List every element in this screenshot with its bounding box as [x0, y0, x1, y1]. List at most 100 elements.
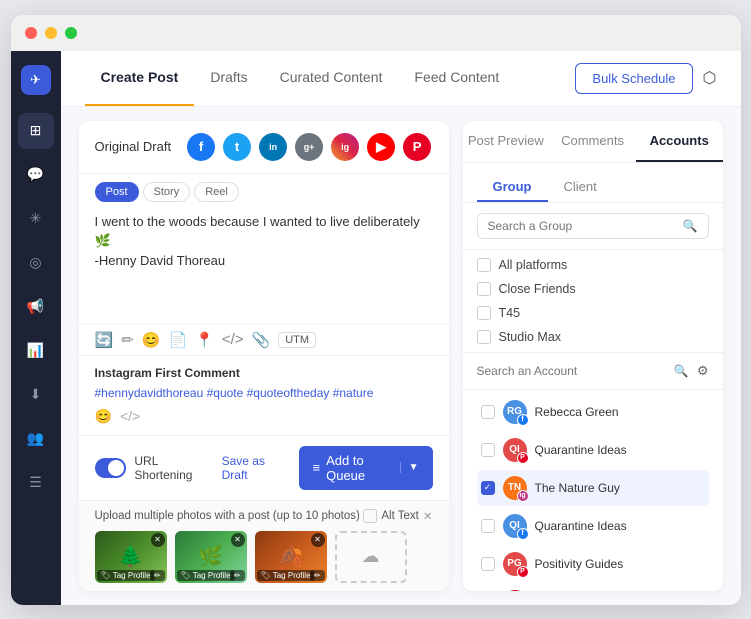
account-list: RG f Rebecca Green QI P Q [463, 390, 723, 591]
photo-3-edit[interactable]: ✏ [310, 570, 325, 581]
tab-drafts[interactable]: Drafts [194, 51, 263, 107]
account-item-positivity-guides[interactable]: PG P Positivity Guides [477, 546, 709, 582]
tab-client[interactable]: Client [548, 173, 613, 202]
photo-1-edit[interactable]: ✏ [150, 570, 165, 581]
tab-feed-content[interactable]: Feed Content [398, 51, 515, 107]
account-checkbox-positivity[interactable] [481, 557, 495, 571]
maximize-button[interactable] [65, 27, 77, 39]
sidebar-item-team[interactable]: 👥 [18, 421, 54, 457]
emoji-icon[interactable]: 😊 [142, 331, 161, 349]
photo-1-remove[interactable]: ✕ [151, 533, 165, 547]
comment-section: Instagram First Comment #hennydavidthore… [79, 355, 449, 435]
photo-3-remove[interactable]: ✕ [311, 533, 325, 547]
account-item-basketball-guy[interactable]: TB ▶ The Basketball Guy [477, 584, 709, 591]
tab-curated-content[interactable]: Curated Content [264, 51, 399, 107]
save-draft-button[interactable]: Save as Draft [222, 454, 287, 482]
account-search-field[interactable] [477, 364, 668, 378]
photos-header: Upload multiple photos with a post (up t… [95, 509, 433, 523]
twitter-platform-icon[interactable]: t [223, 133, 251, 161]
group-checkbox-t45[interactable] [477, 306, 491, 320]
group-item-t45[interactable]: T45 [477, 306, 709, 320]
photo-upload-button[interactable]: ☁ [335, 531, 407, 583]
group-item-all-platforms[interactable]: All platforms [477, 258, 709, 272]
close-button[interactable] [25, 27, 37, 39]
account-search-input[interactable]: 🔍 [477, 364, 689, 378]
group-checkbox-studio-max[interactable] [477, 330, 491, 344]
account-item-quarantine-ideas-1[interactable]: QI P Quarantine Ideas [477, 432, 709, 468]
alt-text-toggle[interactable]: Alt Text ✕ [363, 509, 432, 523]
location-icon[interactable]: 📍 [195, 331, 214, 349]
filter-icon[interactable]: ⚙ [697, 363, 709, 379]
tab-post-preview[interactable]: Post Preview [463, 121, 550, 162]
tab-group[interactable]: Group [477, 173, 548, 202]
search-group-input[interactable] [488, 219, 677, 233]
tab-create-post[interactable]: Create Post [85, 51, 195, 107]
account-checkbox-quarantine1[interactable] [481, 443, 495, 457]
post-text-content: I went to the woods because I wanted to … [95, 212, 433, 271]
post-type-reel[interactable]: Reel [194, 182, 239, 202]
group-item-close-friends[interactable]: Close Friends [477, 282, 709, 296]
bulk-schedule-button[interactable]: Bulk Schedule [575, 63, 692, 94]
photo-2-remove[interactable]: ✕ [231, 533, 245, 547]
sidebar-item-menu[interactable]: ☰ [18, 465, 54, 501]
photo-2-edit[interactable]: ✏ [230, 570, 245, 581]
sidebar-logo[interactable]: ✈ [21, 65, 51, 95]
sidebar: ✈ ⊞ 💬 ✳ ◎ 📢 📊 ⬇ 👥 ☰ [11, 51, 61, 605]
post-type-post[interactable]: Post [95, 182, 139, 202]
post-editor: Original Draft f t in g+ ig ▶ P Post Sto… [79, 121, 449, 591]
edit-icon[interactable]: ✏ [121, 331, 134, 349]
tab-comments[interactable]: Comments [549, 121, 636, 162]
instagram-platform-icon[interactable]: ig [331, 133, 359, 161]
export-icon[interactable]: ⬡ [703, 68, 717, 88]
search-group-box[interactable]: 🔍 [477, 213, 709, 239]
photo-1[interactable]: 🌲 ✕ 🏷 Tag Profile ✏ [95, 531, 167, 583]
photo-3[interactable]: 🍂 ✕ 🏷 Tag Profile ✏ [255, 531, 327, 583]
account-search-area: 🔍 ⚙ [463, 353, 723, 390]
sidebar-item-analytics[interactable]: 📊 [18, 333, 54, 369]
post-type-story[interactable]: Story [143, 182, 191, 202]
url-shortening-toggle: URL Shortening [95, 454, 210, 482]
sidebar-item-chat[interactable]: 💬 [18, 157, 54, 193]
linkedin-platform-icon[interactable]: in [259, 133, 287, 161]
attachment-icon[interactable]: 📎 [252, 331, 271, 349]
photos-section: Upload multiple photos with a post (up t… [79, 500, 449, 591]
account-name-quarantine2: Quarantine Ideas [535, 519, 705, 533]
add-to-queue-button[interactable]: ≡ Add to Queue ▼ [299, 446, 433, 490]
photos-row: 🌲 ✕ 🏷 Tag Profile ✏ 🌿 ✕ 🏷 Tag Profile ✏ [95, 531, 433, 583]
group-checkbox-all[interactable] [477, 258, 491, 272]
account-item-nature-guy[interactable]: ✓ TN ig The Nature Guy [477, 470, 709, 506]
photo-2[interactable]: 🌿 ✕ 🏷 Tag Profile ✏ [175, 531, 247, 583]
sidebar-item-broadcast[interactable]: 📢 [18, 289, 54, 325]
sidebar-item-target[interactable]: ◎ [18, 245, 54, 281]
group-list: All platforms Close Friends T45 Stu [463, 250, 723, 353]
url-shortening-switch[interactable] [95, 458, 127, 478]
account-checkbox-rebecca[interactable] [481, 405, 495, 419]
code-icon[interactable]: </> [222, 331, 244, 348]
account-item-quarantine-ideas-2[interactable]: QI f Quarantine Ideas [477, 508, 709, 544]
sidebar-item-dashboard[interactable]: ⊞ [18, 113, 54, 149]
account-checkbox-quarantine2[interactable] [481, 519, 495, 533]
comment-emoji-icon[interactable]: 😊 [95, 408, 112, 425]
minimize-button[interactable] [45, 27, 57, 39]
account-item-rebecca-green[interactable]: RG f Rebecca Green [477, 394, 709, 430]
comment-toolbar: 😊 </> [95, 408, 433, 425]
facebook-platform-icon[interactable]: f [187, 133, 215, 161]
file-icon[interactable]: 📄 [168, 331, 187, 349]
queue-dropdown-arrow[interactable]: ▼ [400, 462, 419, 473]
alt-text-checkbox[interactable] [363, 509, 377, 523]
post-text-area[interactable]: I went to the woods because I wanted to … [79, 202, 449, 324]
comment-code-icon[interactable]: </> [120, 408, 140, 425]
group-checkbox-close-friends[interactable] [477, 282, 491, 296]
draft-label: Original Draft [95, 139, 172, 154]
sidebar-item-download[interactable]: ⬇ [18, 377, 54, 413]
utm-button[interactable]: UTM [278, 332, 316, 348]
recycle-icon[interactable]: 🔄 [95, 331, 114, 349]
google-platform-icon[interactable]: g+ [295, 133, 323, 161]
sidebar-item-network[interactable]: ✳ [18, 201, 54, 237]
youtube-platform-icon[interactable]: ▶ [367, 133, 395, 161]
alt-text-close-icon[interactable]: ✕ [423, 509, 433, 523]
tab-accounts[interactable]: Accounts [636, 121, 723, 162]
account-checkbox-nature-guy[interactable]: ✓ [481, 481, 495, 495]
group-item-studio-max[interactable]: Studio Max [477, 330, 709, 344]
pinterest-platform-icon[interactable]: P [403, 133, 431, 161]
